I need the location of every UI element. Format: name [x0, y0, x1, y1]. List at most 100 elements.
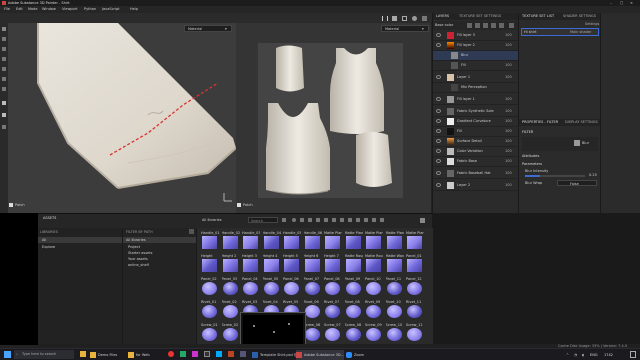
asset-tile[interactable]: Screw_06 [304, 322, 321, 344]
asset-tile[interactable]: Screw_10 [386, 322, 403, 344]
asset-tile[interactable]: Matte Wave [386, 253, 404, 275]
viewport-2d[interactable]: Material ▾ Patch [236, 23, 431, 213]
layer-row[interactable]: Fill layer 3 100 [433, 31, 519, 41]
blur-wrap-select[interactable]: False [557, 180, 597, 186]
chrome-icon[interactable] [168, 351, 174, 357]
eye-icon[interactable] [436, 171, 441, 175]
app-icon[interactable] [180, 351, 186, 357]
eye-icon[interactable] [436, 109, 441, 113]
taskbar-search[interactable]: Type here to search ⌕ [14, 350, 74, 359]
asset-tile[interactable]: Screw_11 [406, 322, 423, 344]
sculpt-icon[interactable] [2, 113, 6, 117]
eye-icon[interactable] [436, 139, 441, 143]
asset-tile[interactable]: Matte Round [365, 253, 383, 275]
minimize-icon[interactable]: – [610, 1, 612, 5]
bake-icon[interactable] [2, 101, 6, 105]
filter-online-shelf[interactable]: online_shelf [128, 263, 149, 267]
display-settings-icon[interactable] [422, 16, 427, 21]
tab-layers[interactable]: LAYERS [436, 14, 449, 18]
layer-row[interactable]: Surface Detail 100 [433, 137, 519, 147]
asset-tile[interactable]: Panel_12 [406, 276, 423, 298]
geometry-fill-icon[interactable] [2, 57, 6, 61]
asset-tile[interactable]: Panel_06 [283, 276, 300, 298]
add-effect-icon[interactable] [467, 23, 472, 28]
grid-view-icon[interactable] [420, 218, 425, 223]
asset-tile[interactable]: Rivet_07 [324, 299, 341, 321]
layer-row-selected[interactable]: Blur [433, 51, 519, 61]
tab-display-settings[interactable]: DISPLAY SETTINGS [565, 120, 598, 124]
settings-button[interactable]: Settings [585, 22, 599, 26]
layer-row[interactable]: Layer 1 100 [433, 73, 519, 83]
asset-tile[interactable]: Panel_09 [345, 276, 362, 298]
layout-icon[interactable] [402, 16, 407, 21]
filter-icon[interactable] [282, 218, 286, 222]
export-icon[interactable] [2, 125, 6, 129]
asset-tile[interactable]: Screw_09 [365, 322, 382, 344]
asset-tile[interactable]: Rivet_06 [304, 299, 321, 321]
layer-row[interactable]: Mix Perception [433, 83, 519, 93]
app-icon[interactable] [204, 351, 210, 357]
tool-filter-icon[interactable] [372, 218, 376, 222]
asset-tile[interactable]: Height [201, 253, 218, 275]
asset-tile[interactable]: Height 5 [283, 253, 300, 275]
alpha-filter-icon[interactable] [316, 218, 320, 222]
eye-icon[interactable] [436, 149, 441, 153]
projection-tool-icon[interactable] [2, 47, 6, 51]
asset-tile[interactable]: Panel_02 [201, 276, 218, 298]
layer-row[interactable]: Fill 100 [433, 127, 519, 137]
asset-tile[interactable]: Handle_01 [201, 230, 219, 252]
asset-tile[interactable]: Panel_04 [242, 276, 259, 298]
tree-item-all[interactable]: All [38, 237, 122, 243]
app-icon[interactable] [192, 351, 198, 357]
taskbar-app-demo-files[interactable]: Demo Files [90, 350, 126, 360]
attributes-section[interactable]: Attributes [522, 154, 539, 158]
asset-tile[interactable]: Height 7 [324, 253, 341, 275]
asset-tile[interactable]: Handle_02 [222, 230, 240, 252]
asset-tile[interactable]: Matte Plane [386, 230, 404, 252]
filter-add-icon[interactable] [189, 229, 194, 234]
delete-layer-icon[interactable] [509, 23, 514, 28]
asset-tile[interactable]: Rivet_01 [201, 299, 218, 321]
tab-texture-set-list[interactable]: TEXTURE SET LIST [522, 14, 554, 18]
menu-edit[interactable]: Edit [16, 7, 23, 11]
viewport-2d-dropdown[interactable]: Material ▾ [381, 25, 429, 32]
eye-icon[interactable] [436, 97, 441, 101]
layer-row[interactable]: Fabric Baseball Hat 100 [433, 169, 519, 179]
project-filter-icon[interactable] [380, 218, 384, 222]
close-icon[interactable]: × [630, 1, 633, 5]
asset-tile[interactable]: Height 6 [304, 253, 321, 275]
maximize-icon[interactable]: □ [620, 1, 623, 5]
asset-tile[interactable]: Rivet_10 [386, 299, 403, 321]
taskbar-app-for-web[interactable]: for Web [128, 350, 158, 360]
tab-properties-filter[interactable]: PROPERTIES - FILTER [522, 120, 558, 124]
asset-tile[interactable]: Panel_03 [222, 276, 239, 298]
notification-icon[interactable] [630, 351, 636, 358]
asset-tile[interactable]: Handle_03 [242, 230, 260, 252]
menu-help[interactable]: Help [130, 7, 138, 11]
blur-intensity-slider[interactable] [525, 175, 585, 177]
filter-all-libraries[interactable]: All libraries [123, 237, 197, 243]
parameters-section[interactable]: Parameters [522, 162, 542, 166]
app-icon[interactable] [216, 351, 222, 357]
asset-tile[interactable]: Handle_05 [283, 230, 301, 252]
asset-tile[interactable]: Panel_11 [386, 276, 403, 298]
eraser-tool-icon[interactable] [2, 37, 6, 41]
network-icon[interactable]: ◔ [574, 353, 577, 357]
asset-tile[interactable]: Panel_01 [406, 253, 423, 275]
asset-tile[interactable]: Rivet_09 [365, 299, 382, 321]
tree-item-explore[interactable]: Explore [42, 245, 55, 249]
windows-start-icon[interactable] [4, 351, 11, 358]
add-folder-icon[interactable] [483, 23, 488, 28]
brush-filter-icon[interactable] [308, 218, 312, 222]
menu-javascript[interactable]: JavaScript [102, 7, 120, 11]
generator-filter-icon[interactable] [348, 218, 352, 222]
eye-icon[interactable] [436, 183, 441, 187]
texture-filter-icon[interactable] [292, 218, 296, 222]
asset-tile[interactable]: Matte Plane [324, 230, 342, 252]
eye-icon[interactable] [436, 75, 441, 79]
environment-filter-icon[interactable] [332, 218, 336, 222]
app-icon[interactable] [228, 351, 234, 357]
shader-filter-icon[interactable] [340, 218, 344, 222]
filter-filter-icon[interactable] [356, 218, 360, 222]
asset-tile[interactable]: Panel_07 [304, 276, 321, 298]
